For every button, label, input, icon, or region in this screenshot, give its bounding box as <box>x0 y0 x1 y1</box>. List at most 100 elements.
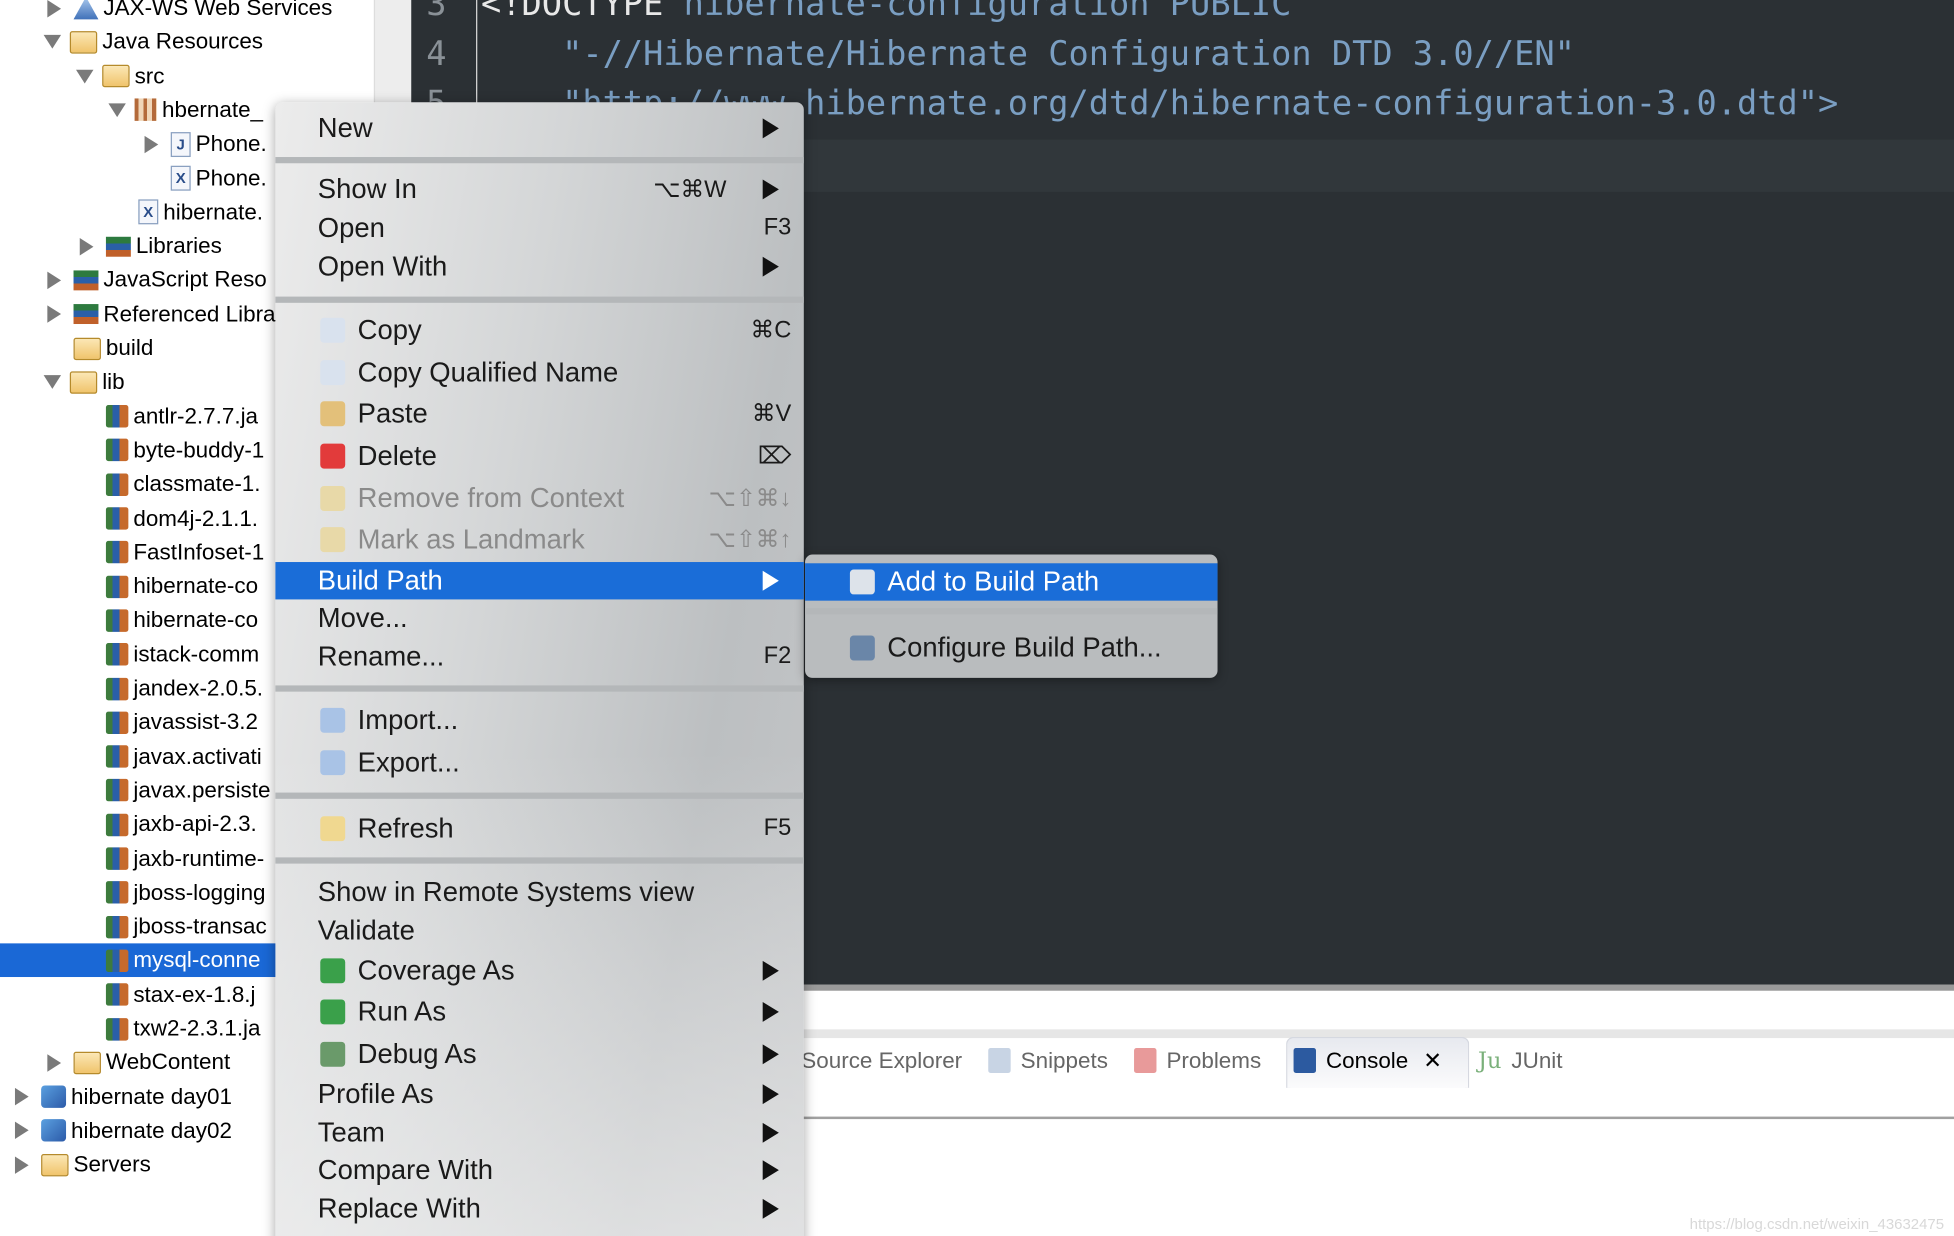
menu-item-team[interactable]: Team <box>275 1114 803 1151</box>
tree-item[interactable]: src <box>76 59 164 93</box>
collapsed-arrow-icon[interactable] <box>47 271 62 289</box>
expanded-arrow-icon[interactable] <box>108 103 126 118</box>
tree-item[interactable]: jboss-logging <box>80 876 266 910</box>
tree-item[interactable]: jaxb-api-2.3. <box>80 808 257 842</box>
menu-item-import[interactable]: Import... <box>275 702 803 739</box>
menu-item-paste[interactable]: Paste ⌘V <box>275 395 803 432</box>
collapsed-arrow-icon[interactable] <box>47 1054 62 1072</box>
tab-source-explorer[interactable]: Source Explorer <box>801 1044 962 1076</box>
proj-icon <box>41 1119 67 1143</box>
menu-item-label: Remove from Context <box>357 482 625 514</box>
tree-item[interactable]: hbernate_ <box>108 93 263 127</box>
tree-item-label: build <box>105 335 154 361</box>
tree-item[interactable]: JavaScript Reso <box>47 263 267 297</box>
jar-icon <box>105 405 129 428</box>
menu-item-refresh[interactable]: Refresh F5 <box>275 810 803 847</box>
menu-item-delete[interactable]: Delete ⌦ <box>275 437 803 474</box>
tab-problems[interactable]: Problems <box>1134 1044 1261 1076</box>
tree-item[interactable]: antlr-2.7.7.ja <box>80 400 258 434</box>
tree-item[interactable]: istack-comm <box>80 638 259 672</box>
collapsed-arrow-icon[interactable] <box>144 135 159 153</box>
menu-item-copy[interactable]: Copy ⌘C <box>275 312 803 349</box>
tree-item[interactable]: hibernate-co <box>80 570 258 604</box>
menu-item-show-in-remote-systems-view[interactable]: Show in Remote Systems view <box>275 874 803 911</box>
tree-item[interactable]: hibernate-co <box>80 604 258 638</box>
tree-item[interactable]: J Phone. <box>144 127 267 161</box>
tree-item[interactable]: dom4j-2.1.1. <box>80 502 258 536</box>
tree-item[interactable]: txw2-2.3.1.ja <box>80 1012 261 1046</box>
menu-item-label: Refresh <box>357 812 454 844</box>
tree-item[interactable]: Xhibernate. <box>112 195 263 229</box>
menu-item-build-path[interactable]: Build Path <box>275 562 804 600</box>
tab-snippets[interactable]: Snippets <box>988 1044 1108 1076</box>
tree-item[interactable]: Referenced Libra <box>47 297 276 331</box>
tree-item[interactable]: Servers <box>14 1148 151 1182</box>
tree-item-label: WebContent <box>105 1049 231 1075</box>
expanded-arrow-icon[interactable] <box>43 35 62 49</box>
menu-item-compare-with[interactable]: Compare With <box>275 1151 803 1188</box>
menu-item-replace-with[interactable]: Replace With <box>275 1190 803 1227</box>
menu-item-profile-as[interactable]: Profile As <box>275 1075 803 1112</box>
tree-item[interactable]: lib <box>43 366 125 400</box>
tree-item-label: javassist-3.2 <box>133 709 259 735</box>
menu-item-label: Team <box>317 1116 385 1148</box>
menu-item-configure-build-path[interactable]: Configure Build Path... <box>805 629 1217 666</box>
tree-item[interactable]: jandex-2.0.5. <box>80 672 263 706</box>
tree-item[interactable]: hibernate day02 <box>14 1114 232 1148</box>
tree-item[interactable]: Java Resources <box>43 25 263 59</box>
tree-item[interactable]: build <box>47 331 153 365</box>
menu-item-label: Open <box>317 211 385 244</box>
menu-item-rename[interactable]: Rename... F2 <box>275 638 803 675</box>
tree-item[interactable]: javassist-3.2 <box>80 706 258 740</box>
menu-item-open-with[interactable]: Open With <box>275 248 803 285</box>
collapsed-arrow-icon[interactable] <box>14 1156 29 1174</box>
tree-item[interactable]: javax.persiste <box>80 774 271 808</box>
tree-item[interactable]: jboss-transac <box>80 910 267 944</box>
tree-item[interactable]: X Phone. <box>145 161 267 195</box>
snippets-icon <box>988 1048 1011 1073</box>
expanded-arrow-icon[interactable] <box>76 69 94 83</box>
tree-item-label: hibernate-co <box>133 573 259 599</box>
tree-item[interactable]: hibernate day01 <box>14 1080 232 1114</box>
menu-item-coverage-as[interactable]: Coverage As <box>275 952 803 989</box>
collapsed-arrow-icon[interactable] <box>79 237 94 255</box>
tree-item[interactable]: JAX-WS Web Services <box>47 0 332 25</box>
tab-console[interactable]: Console ✕ <box>1293 1044 1442 1076</box>
collapsed-arrow-icon[interactable] <box>14 1088 29 1106</box>
menu-item-copy-qualified-name[interactable]: Copy Qualified Name <box>275 354 803 391</box>
tree-item-label: dom4j-2.1.1. <box>133 505 259 531</box>
menu-item-move[interactable]: Move... <box>275 599 803 636</box>
tree-item[interactable]: Libraries <box>79 229 222 263</box>
menu-item-new[interactable]: New <box>275 110 803 147</box>
menu-item-show-in[interactable]: Show In ⌥⌘W <box>275 171 803 208</box>
menu-item-label: Mark as Landmark <box>357 523 585 555</box>
menu-item-run-as[interactable]: Run As <box>275 993 803 1030</box>
tree-item[interactable]: FastInfoset-1 <box>80 536 264 570</box>
tree-item-label: istack-comm <box>133 641 260 667</box>
tree-item[interactable]: stax-ex-1.8.j <box>80 978 256 1012</box>
close-tab-icon[interactable]: ✕ <box>1423 1047 1442 1073</box>
collapsed-arrow-icon[interactable] <box>47 305 62 323</box>
menu-item-export[interactable]: Export... <box>275 744 803 781</box>
tab-junit[interactable]: Ju JUnit <box>1478 1044 1563 1076</box>
collapsed-arrow-icon[interactable] <box>47 0 62 17</box>
refresh-icon <box>320 816 346 842</box>
menu-item-add-to-build-path[interactable]: Add to Build Path <box>805 563 1218 601</box>
expanded-arrow-icon[interactable] <box>43 375 62 390</box>
tree-item[interactable]: javax.activati <box>80 740 262 774</box>
tree-item[interactable]: byte-buddy-1 <box>80 434 264 468</box>
collapsed-arrow-icon[interactable] <box>14 1122 29 1140</box>
file-icon: J <box>170 131 191 157</box>
tree-item[interactable]: classmate-1. <box>80 468 261 502</box>
jar-icon <box>105 915 129 938</box>
menu-item-validate[interactable]: Validate <box>275 912 803 949</box>
tab-label: Source Explorer <box>801 1047 963 1073</box>
tree-item[interactable]: jaxb-runtime- <box>80 842 264 876</box>
tree-item-label: javax.activati <box>133 743 262 769</box>
tree-item[interactable]: WebContent <box>47 1046 230 1080</box>
context-menu: New Show In ⌥⌘W Open F3 Open With Copy ⌘C Copy Q… <box>275 102 804 1236</box>
menu-separator <box>275 792 804 799</box>
submenu-arrow-icon <box>762 179 779 200</box>
menu-item-debug-as[interactable]: Debug As <box>275 1036 803 1073</box>
menu-item-open[interactable]: Open F3 <box>275 209 803 246</box>
